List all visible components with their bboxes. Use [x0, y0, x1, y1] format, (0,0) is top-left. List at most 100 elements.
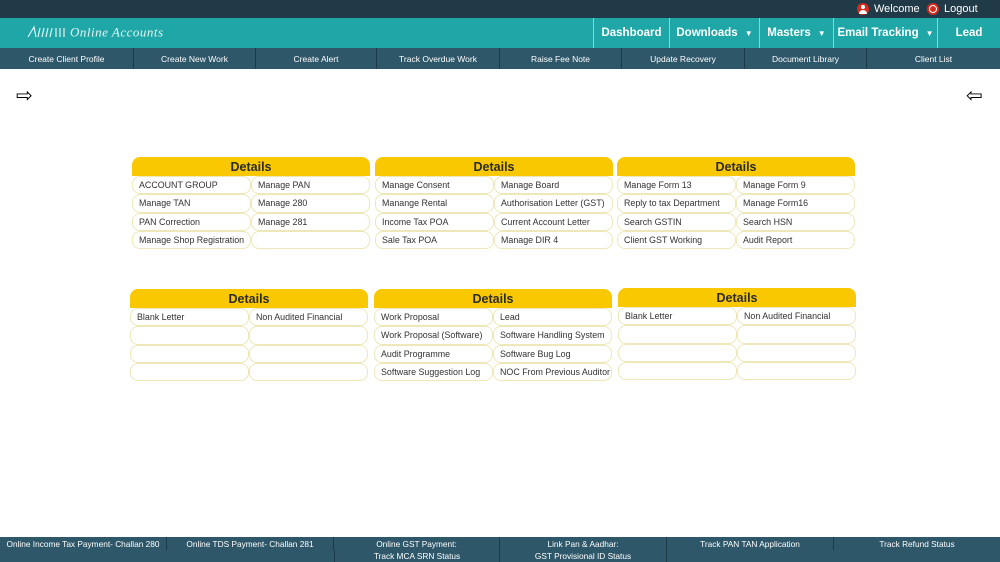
- sub-navbar: Create Client Profile Create New Work Cr…: [0, 48, 1000, 69]
- subnav-create-client-profile[interactable]: Create Client Profile: [0, 48, 134, 69]
- details-panel-1: Details ACCOUNT GROUP Manage PAN Manage …: [132, 157, 370, 250]
- subnav-track-overdue-work[interactable]: Track Overdue Work: [377, 48, 500, 69]
- panel-link[interactable]: Audit Programme: [374, 344, 493, 363]
- panel-link[interactable]: Sale Tax POA: [375, 230, 494, 250]
- chevron-down-icon: ▼: [744, 28, 753, 38]
- subnav-create-alert[interactable]: Create Alert: [256, 48, 377, 69]
- expand-right-arrow-icon[interactable]: ⇨: [16, 86, 33, 106]
- panel-link[interactable]: Manage Form16: [736, 194, 855, 213]
- panel-title: Details: [617, 157, 855, 176]
- nav-masters-label: Masters: [767, 27, 811, 39]
- panel-link[interactable]: Manage 281: [251, 212, 370, 231]
- panel-link[interactable]: Manage Form 13: [617, 176, 736, 195]
- subnav-raise-fee-note[interactable]: Raise Fee Note: [500, 48, 622, 69]
- footer-income-tax-payment[interactable]: Online Income Tax Payment- Challan 280: [0, 537, 167, 550]
- panel-link[interactable]: Current Account Letter: [494, 212, 613, 231]
- panel-link[interactable]: Income Tax POA: [375, 212, 494, 231]
- panel-link[interactable]: Non Audited Financial: [249, 308, 368, 327]
- footer-link-label: Online TDS Payment- Challan 281: [186, 538, 314, 549]
- nav-email-tracking-label: Email Tracking: [837, 27, 919, 39]
- footer-link-label: Track MCA SRN Status: [373, 551, 461, 561]
- panel-title: Details: [130, 289, 368, 308]
- panel-link[interactable]: Authorisation Letter (GST): [494, 194, 613, 213]
- subnav-label: Document Library: [771, 53, 840, 64]
- panel-empty-cell: [737, 325, 856, 344]
- nav-masters[interactable]: Masters ▼: [759, 18, 833, 48]
- panel-link[interactable]: Work Proposal: [374, 308, 493, 327]
- power-icon: [927, 3, 939, 15]
- nav-dashboard[interactable]: Dashboard: [593, 18, 669, 48]
- panel-link[interactable]: Search GSTIN: [617, 212, 736, 231]
- chevron-down-icon: ▼: [925, 28, 934, 38]
- panel-link[interactable]: Software Handling System: [493, 326, 612, 345]
- nav-downloads[interactable]: Downloads ▼: [669, 18, 759, 48]
- panel-link[interactable]: Work Proposal (Software): [374, 326, 493, 345]
- logo-text: Online Accounts: [70, 25, 164, 40]
- footer-tds-payment[interactable]: Online TDS Payment- Challan 281: [167, 537, 334, 550]
- panel-link[interactable]: PAN Correction: [132, 212, 251, 231]
- logout-link[interactable]: Logout: [927, 1, 978, 17]
- subnav-label: Update Recovery: [650, 53, 716, 64]
- welcome-label: Welcome: [874, 3, 920, 15]
- panel-empty-cell: [130, 362, 249, 382]
- panel-link[interactable]: Manage Form 9: [736, 176, 855, 195]
- panel-empty-cell: [618, 325, 737, 344]
- subnav-label: Create Alert: [293, 53, 339, 64]
- panel-title: Details: [375, 157, 613, 176]
- subnav-client-list[interactable]: Client List: [867, 48, 1000, 69]
- user-icon: [857, 3, 869, 15]
- details-panel-5: Details Work Proposal Lead Work Proposal…: [374, 289, 612, 382]
- nav-email-tracking[interactable]: Email Tracking ▼: [833, 18, 937, 48]
- welcome-link[interactable]: Welcome: [857, 1, 920, 17]
- subnav-label: Create New Work: [161, 53, 228, 64]
- panel-link[interactable]: Manage Board: [494, 176, 613, 195]
- panel-link[interactable]: Manage 280: [251, 194, 370, 213]
- footer-track-mca-srn[interactable]: Track MCA SRN Status: [334, 550, 500, 562]
- details-panel-6: Details Blank Letter Non Audited Financi…: [618, 288, 856, 381]
- main-navbar: Online Accounts Dashboard Downloads ▼ Mas…: [0, 18, 1000, 48]
- footer-track-refund[interactable]: Track Refund Status: [834, 537, 1000, 550]
- panel-link[interactable]: Blank Letter: [130, 308, 249, 327]
- panel-link[interactable]: NOC From Previous Auditor: [493, 362, 612, 382]
- subnav-document-library[interactable]: Document Library: [745, 48, 867, 69]
- panel-link[interactable]: Manage PAN: [251, 176, 370, 195]
- panel-empty-cell: [737, 361, 856, 381]
- footer-gst-provisional-id[interactable]: GST Provisional ID Status: [500, 550, 667, 562]
- panel-title: Details: [132, 157, 370, 176]
- panel-link[interactable]: Manage Shop Registration: [132, 230, 251, 250]
- panel-link[interactable]: Reply to tax Department: [617, 194, 736, 213]
- panel-link[interactable]: Non Audited Financial: [737, 307, 856, 326]
- panel-link[interactable]: Client GST Working: [617, 230, 736, 250]
- subnav-label: Raise Fee Note: [530, 53, 591, 64]
- footer-link-pan-aadhar[interactable]: Link Pan & Aadhar:: [500, 537, 667, 550]
- panel-link[interactable]: Manage TAN: [132, 194, 251, 213]
- panel-link[interactable]: Software Suggestion Log: [374, 362, 493, 382]
- subnav-update-recovery[interactable]: Update Recovery: [622, 48, 745, 69]
- panel-link[interactable]: Manage DIR 4: [494, 230, 613, 250]
- panel-empty-cell: [618, 343, 737, 362]
- panel-links: Manage Form 13 Manage Form 9 Reply to ta…: [617, 176, 855, 250]
- panel-empty-cell: [249, 344, 368, 363]
- panel-link[interactable]: Search HSN: [736, 212, 855, 231]
- panel-link[interactable]: Manange Rental: [375, 194, 494, 213]
- chevron-down-icon: ▼: [817, 28, 826, 38]
- panel-empty-cell: [251, 230, 370, 250]
- panel-link[interactable]: Audit Report: [736, 230, 855, 250]
- footer-gst-payment[interactable]: Online GST Payment:: [334, 537, 500, 550]
- panel-links: Blank Letter Non Audited Financial: [618, 307, 856, 381]
- subnav-create-new-work[interactable]: Create New Work: [134, 48, 256, 69]
- details-panel-3: Details Manage Form 13 Manage Form 9 Rep…: [617, 157, 855, 250]
- nav-downloads-label: Downloads: [676, 27, 738, 39]
- panel-link[interactable]: Blank Letter: [618, 307, 737, 326]
- footer-track-pan-tan[interactable]: Track PAN TAN Application: [667, 537, 834, 550]
- panel-link[interactable]: Manage Consent: [375, 176, 494, 195]
- nav-lead[interactable]: Lead: [937, 18, 1000, 48]
- panel-link[interactable]: Software Bug Log: [493, 344, 612, 363]
- footer-link-label: Track Refund Status: [879, 538, 955, 549]
- panel-link[interactable]: ACCOUNT GROUP: [132, 176, 251, 195]
- panel-title: Details: [618, 288, 856, 307]
- collapse-left-arrow-icon[interactable]: ⇦: [966, 86, 983, 106]
- panel-links: Manage Consent Manage Board Manange Rent…: [375, 176, 613, 250]
- brand-logo[interactable]: Online Accounts: [26, 23, 221, 41]
- panel-link[interactable]: Lead: [493, 308, 612, 327]
